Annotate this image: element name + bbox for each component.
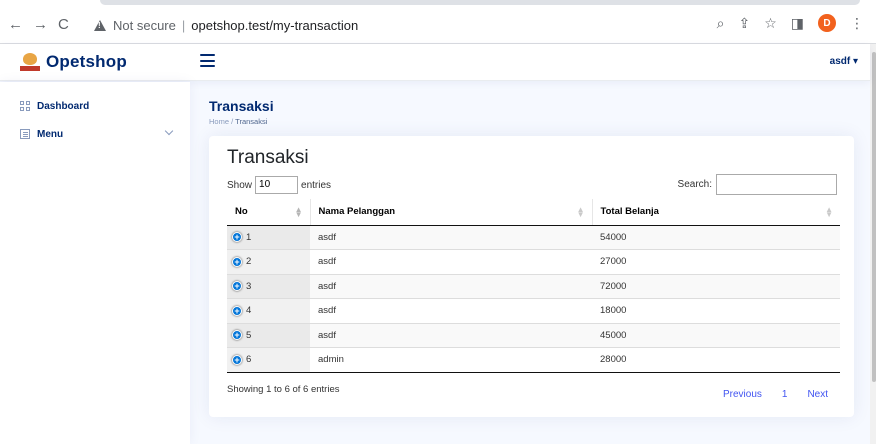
expand-row-icon[interactable]: + — [232, 330, 242, 341]
sidebar-item-dashboard[interactable]: Dashboard — [20, 97, 172, 115]
sidebar: Dashboard Menu — [0, 82, 190, 444]
cell-total: 18000 — [592, 298, 840, 323]
breadcrumb: Home / Transaksi — [209, 117, 274, 126]
column-header-no[interactable]: No ▲ ▼ — [227, 199, 310, 226]
back-icon[interactable]: ← — [8, 17, 23, 33]
cell-no[interactable]: +5 — [227, 322, 310, 348]
brand-logo[interactable]: Opetshop — [20, 52, 127, 72]
table-row: +1 asdf 54000 — [227, 224, 840, 250]
cell-nama: asdf — [310, 224, 592, 250]
side-panel-icon[interactable]: ◨ — [791, 15, 804, 32]
column-header-total-belanja[interactable]: Total Belanja ▲ ▼ — [591, 199, 840, 226]
table-header-row: No ▲ ▼ Nama Pelanggan ▲ ▼ Total Belanja ▲ ▼ — [227, 199, 840, 226]
security-label[interactable]: Not secure — [113, 18, 176, 33]
warning-icon — [94, 19, 106, 31]
cell-no[interactable]: +4 — [227, 298, 310, 323]
sidebar-item-menu[interactable]: Menu — [20, 125, 174, 143]
expand-row-icon[interactable]: + — [232, 305, 242, 316]
table-row: +6 admin 28000 — [227, 347, 840, 373]
search-label: Search: — [677, 179, 712, 190]
browser-actions: ⌕ ⇪ ☆ ◨ D ⋮ — [717, 14, 864, 32]
cell-nama: asdf — [310, 273, 592, 299]
cell-nama: asdf — [310, 322, 592, 348]
address-bar[interactable]: Not secure | opetshop.test/my-transactio… — [94, 15, 358, 35]
more-options-icon[interactable]: ⋮ — [850, 15, 864, 32]
user-dropdown[interactable]: asdf ▾ — [830, 56, 858, 67]
sort-icon: ▲ ▼ — [576, 205, 585, 219]
bookmark-star-icon[interactable]: ☆ — [764, 15, 777, 32]
expand-row-icon[interactable]: + — [232, 281, 242, 292]
cell-nama: admin — [310, 347, 592, 373]
next-page-button[interactable]: Next — [807, 389, 828, 400]
url-text[interactable]: opetshop.test/my-transaction — [191, 18, 358, 33]
menu-list-icon — [20, 129, 30, 139]
app-header: Opetshop asdf ▾ — [0, 44, 870, 81]
cell-no[interactable]: +2 — [227, 249, 310, 274]
chevron-down-icon — [164, 126, 174, 136]
browser-toolbar: ← → C Not secure | opetshop.test/my-tran… — [0, 0, 876, 44]
show-label: Show — [227, 179, 253, 191]
table-row: +5 asdf 45000 — [227, 322, 840, 348]
page-1-button[interactable]: 1 — [782, 389, 788, 400]
entries-length-control: Show 10 entries — [227, 176, 331, 194]
table-row: +3 asdf 72000 — [227, 273, 840, 299]
table-row: +4 asdf 18000 — [227, 298, 840, 323]
cell-total: 54000 — [592, 224, 840, 250]
transactions-table: No ▲ ▼ Nama Pelanggan ▲ ▼ Total Belanja ▲ ▼ +1… — [227, 199, 840, 373]
table-info: Showing 1 to 6 of 6 entries — [227, 384, 340, 395]
cell-nama: asdf — [310, 249, 592, 274]
cell-no[interactable]: +6 — [227, 347, 310, 373]
forward-icon[interactable]: → — [33, 17, 48, 33]
table-search: Search: — [678, 174, 837, 195]
page-scrollbar-thumb[interactable] — [872, 52, 876, 382]
pagination: Previous 1 Next — [723, 389, 828, 400]
cell-nama: asdf — [310, 298, 592, 323]
sidebar-item-label: Menu — [37, 128, 64, 140]
grid-icon — [20, 101, 30, 111]
tab-strip — [100, 0, 860, 5]
sort-asc-icon: ▲ ▼ — [294, 205, 303, 219]
previous-page-button[interactable]: Previous — [723, 389, 762, 400]
expand-row-icon[interactable]: + — [232, 354, 242, 365]
search-input[interactable] — [716, 174, 837, 195]
card-title: Transaksi — [227, 147, 309, 168]
zoom-icon[interactable]: ⌕ — [717, 15, 725, 32]
hamburger-menu-icon[interactable] — [200, 54, 215, 67]
entries-label: entries — [301, 179, 332, 191]
profile-avatar[interactable]: D — [818, 14, 836, 32]
cell-no[interactable]: +3 — [227, 273, 310, 299]
entries-select[interactable]: 10 — [255, 176, 299, 194]
table-row: +2 asdf 27000 — [227, 249, 840, 274]
cell-no[interactable]: +1 — [227, 224, 310, 250]
reload-icon[interactable]: C — [58, 17, 69, 33]
breadcrumb-current: Transaksi — [235, 117, 268, 126]
cell-total: 27000 — [592, 249, 840, 274]
cell-total: 28000 — [592, 347, 840, 373]
page-title-block: Transaksi Home / Transaksi — [209, 98, 274, 126]
brand-name: Opetshop — [46, 52, 127, 71]
sort-icon: ▲ ▼ — [825, 205, 833, 219]
cell-total: 45000 — [592, 322, 840, 348]
cell-total: 72000 — [592, 273, 840, 299]
share-icon[interactable]: ⇪ — [738, 15, 750, 32]
address-separator: | — [181, 17, 186, 33]
breadcrumb-home[interactable]: Home — [209, 117, 229, 126]
column-header-nama-pelanggan[interactable]: Nama Pelanggan ▲ ▼ — [309, 199, 592, 226]
expand-row-icon[interactable]: + — [232, 232, 242, 243]
transactions-card: Transaksi Show 10 entries Search: No ▲ ▼ N… — [209, 136, 854, 417]
page-title: Transaksi — [209, 98, 274, 114]
sidebar-item-label: Dashboard — [37, 100, 90, 112]
pet-logo-icon — [20, 53, 40, 71]
expand-row-icon[interactable]: + — [232, 256, 242, 267]
column-header-label: Nama Pelanggan — [318, 206, 396, 218]
column-header-label: Total Belanja — [600, 206, 659, 218]
column-header-label: No — [235, 206, 248, 218]
